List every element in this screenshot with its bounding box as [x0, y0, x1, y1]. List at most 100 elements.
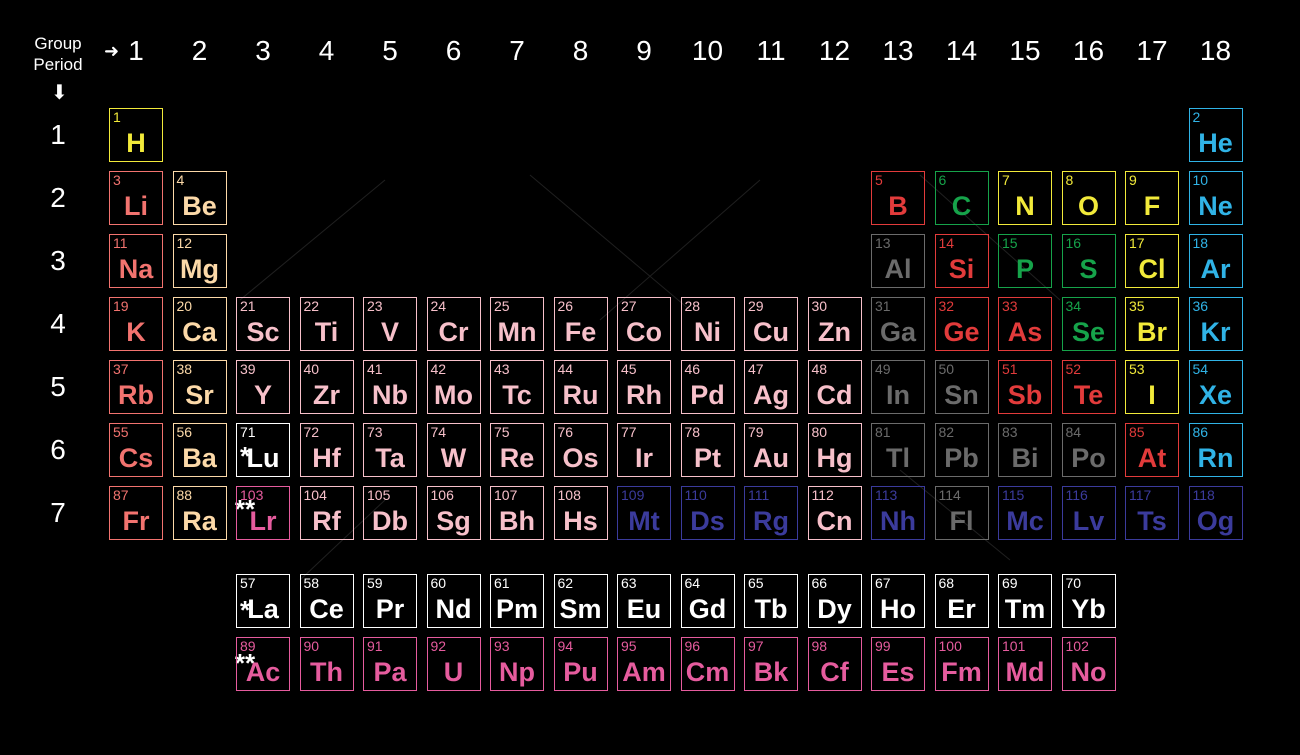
element-cell-ir[interactable]: 77 Ir: [617, 423, 671, 477]
element-cell-h[interactable]: 1H: [109, 108, 163, 162]
element-cell-eu[interactable]: 63 Eu: [617, 574, 671, 628]
element-cell-mt[interactable]: 109 Mt: [617, 486, 671, 540]
element-cell-c[interactable]: 6C: [934, 171, 989, 225]
element-cell-na[interactable]: 11 Na: [109, 234, 163, 288]
element-cell-bk[interactable]: 97 Bk: [744, 637, 798, 691]
element-cell-gd[interactable]: 64 Gd: [680, 574, 735, 628]
element-cell-np[interactable]: 93 Np: [490, 637, 544, 691]
element-cell-bh[interactable]: 107 Bh: [490, 486, 544, 540]
element-cell-fe[interactable]: 26 Fe: [553, 297, 608, 351]
element-cell-nb[interactable]: 41 Nb: [363, 360, 417, 414]
element-cell-li[interactable]: 3 Li: [109, 171, 163, 225]
element-cell-y[interactable]: 39 Y: [236, 360, 290, 414]
element-cell-bi[interactable]: 83 Bi: [998, 423, 1052, 477]
element-cell-cn[interactable]: 112 Cn: [807, 486, 862, 540]
element-cell-pb[interactable]: 82 Pb: [934, 423, 989, 477]
element-cell-os[interactable]: 76 Os: [553, 423, 608, 477]
element-cell-al[interactable]: 13 Al: [871, 234, 925, 288]
element-cell-ts[interactable]: 117 Ts: [1125, 486, 1179, 540]
element-cell-hf[interactable]: 72 Hf: [299, 423, 354, 477]
element-cell-es[interactable]: 99 Es: [871, 637, 925, 691]
element-cell-sr[interactable]: 38 Sr: [172, 360, 227, 414]
element-cell-in[interactable]: 49 In: [871, 360, 925, 414]
element-cell-cs[interactable]: 55 Cs: [109, 423, 163, 477]
element-cell-re[interactable]: 75 Re: [490, 423, 544, 477]
element-cell-cf[interactable]: 98 Cf: [807, 637, 862, 691]
element-cell-b[interactable]: 5B: [871, 171, 925, 225]
element-cell-co[interactable]: 27 Co: [617, 297, 671, 351]
element-cell-pd[interactable]: 46 Pd: [680, 360, 735, 414]
element-cell-rb[interactable]: 37 Rb: [109, 360, 163, 414]
element-cell-zr[interactable]: 40 Zr: [299, 360, 354, 414]
element-cell-si[interactable]: 14 Si: [934, 234, 989, 288]
element-cell-p[interactable]: 15 P: [998, 234, 1052, 288]
element-cell-ni[interactable]: 28 Ni: [680, 297, 735, 351]
element-cell-ce[interactable]: 58 Ce: [299, 574, 354, 628]
element-cell-hs[interactable]: 108 Hs: [553, 486, 608, 540]
element-cell-ne[interactable]: 10 Ne: [1188, 171, 1243, 225]
element-cell-o[interactable]: 8O: [1061, 171, 1116, 225]
element-cell-nh[interactable]: 113 Nh: [871, 486, 925, 540]
element-cell-am[interactable]: 95 Am: [617, 637, 671, 691]
element-cell-tc[interactable]: 43 Tc: [490, 360, 544, 414]
element-cell-sm[interactable]: 62 Sm: [553, 574, 608, 628]
element-cell-og[interactable]: 118 Og: [1188, 486, 1243, 540]
element-cell-cr[interactable]: 24 Cr: [426, 297, 481, 351]
element-cell-sg[interactable]: 106 Sg: [426, 486, 481, 540]
element-cell-ra[interactable]: 88 Ra: [172, 486, 227, 540]
element-cell-zn[interactable]: 30 Zn: [807, 297, 862, 351]
element-cell-te[interactable]: 52 Te: [1061, 360, 1116, 414]
element-cell-mc[interactable]: 115 Mc: [998, 486, 1052, 540]
element-cell-dy[interactable]: 66 Dy: [807, 574, 862, 628]
element-cell-tb[interactable]: 65 Tb: [744, 574, 798, 628]
element-cell-ge[interactable]: 32 Ge: [934, 297, 989, 351]
element-cell-br[interactable]: 35 Br: [1125, 297, 1179, 351]
element-cell-s[interactable]: 16 S: [1061, 234, 1116, 288]
element-cell-tl[interactable]: 81 Tl: [871, 423, 925, 477]
element-cell-rf[interactable]: 104 Rf: [299, 486, 354, 540]
element-cell-cd[interactable]: 48 Cd: [807, 360, 862, 414]
element-cell-db[interactable]: 105 Db: [363, 486, 417, 540]
element-cell-ca[interactable]: 20 Ca: [172, 297, 227, 351]
element-cell-v[interactable]: 23 V: [363, 297, 417, 351]
element-cell-at[interactable]: 85 At: [1125, 423, 1179, 477]
element-cell-he[interactable]: 2 He: [1188, 108, 1243, 162]
element-cell-fl[interactable]: 114 Fl: [934, 486, 989, 540]
element-cell-ga[interactable]: 31 Ga: [871, 297, 925, 351]
element-cell-nd[interactable]: 60 Nd: [426, 574, 481, 628]
element-cell-la[interactable]: 57 La: [236, 574, 290, 628]
element-cell-ar[interactable]: 18 Ar: [1188, 234, 1243, 288]
element-cell-cm[interactable]: 96 Cm: [680, 637, 735, 691]
element-cell-sn[interactable]: 50 Sn: [934, 360, 989, 414]
element-cell-pr[interactable]: 59 Pr: [363, 574, 417, 628]
element-cell-yb[interactable]: 70 Yb: [1061, 574, 1116, 628]
element-cell-xe[interactable]: 54 Xe: [1188, 360, 1243, 414]
element-cell-be[interactable]: 4 Be: [172, 171, 227, 225]
element-cell-se[interactable]: 34 Se: [1061, 297, 1116, 351]
element-cell-sb[interactable]: 51 Sb: [998, 360, 1052, 414]
element-cell-ta[interactable]: 73 Ta: [363, 423, 417, 477]
element-cell-rg[interactable]: 111 Rg: [744, 486, 798, 540]
element-cell-th[interactable]: 90 Th: [299, 637, 354, 691]
element-cell-er[interactable]: 68 Er: [934, 574, 989, 628]
element-cell-tm[interactable]: 69 Tm: [998, 574, 1052, 628]
element-cell-sc[interactable]: 21 Sc: [236, 297, 290, 351]
element-cell-ti[interactable]: 22 Ti: [299, 297, 354, 351]
element-cell-mn[interactable]: 25 Mn: [490, 297, 544, 351]
element-cell-no[interactable]: 102 No: [1061, 637, 1116, 691]
element-cell-w[interactable]: 74 W: [426, 423, 481, 477]
element-cell-po[interactable]: 84 Po: [1061, 423, 1116, 477]
element-cell-fr[interactable]: 87 Fr: [109, 486, 163, 540]
element-cell-lu[interactable]: 71 Lu: [236, 423, 290, 477]
element-cell-pa[interactable]: 91 Pa: [363, 637, 417, 691]
element-cell-ac[interactable]: 89 Ac: [236, 637, 290, 691]
element-cell-fm[interactable]: 100 Fm: [934, 637, 989, 691]
element-cell-u[interactable]: 92 U: [426, 637, 481, 691]
element-cell-pm[interactable]: 61 Pm: [490, 574, 544, 628]
element-cell-mg[interactable]: 12 Mg: [172, 234, 227, 288]
element-cell-as[interactable]: 33 As: [998, 297, 1052, 351]
element-cell-ru[interactable]: 44 Ru: [553, 360, 608, 414]
element-cell-mo[interactable]: 42 Mo: [426, 360, 481, 414]
element-cell-n[interactable]: 7N: [998, 171, 1052, 225]
element-cell-k[interactable]: 19 K: [109, 297, 163, 351]
